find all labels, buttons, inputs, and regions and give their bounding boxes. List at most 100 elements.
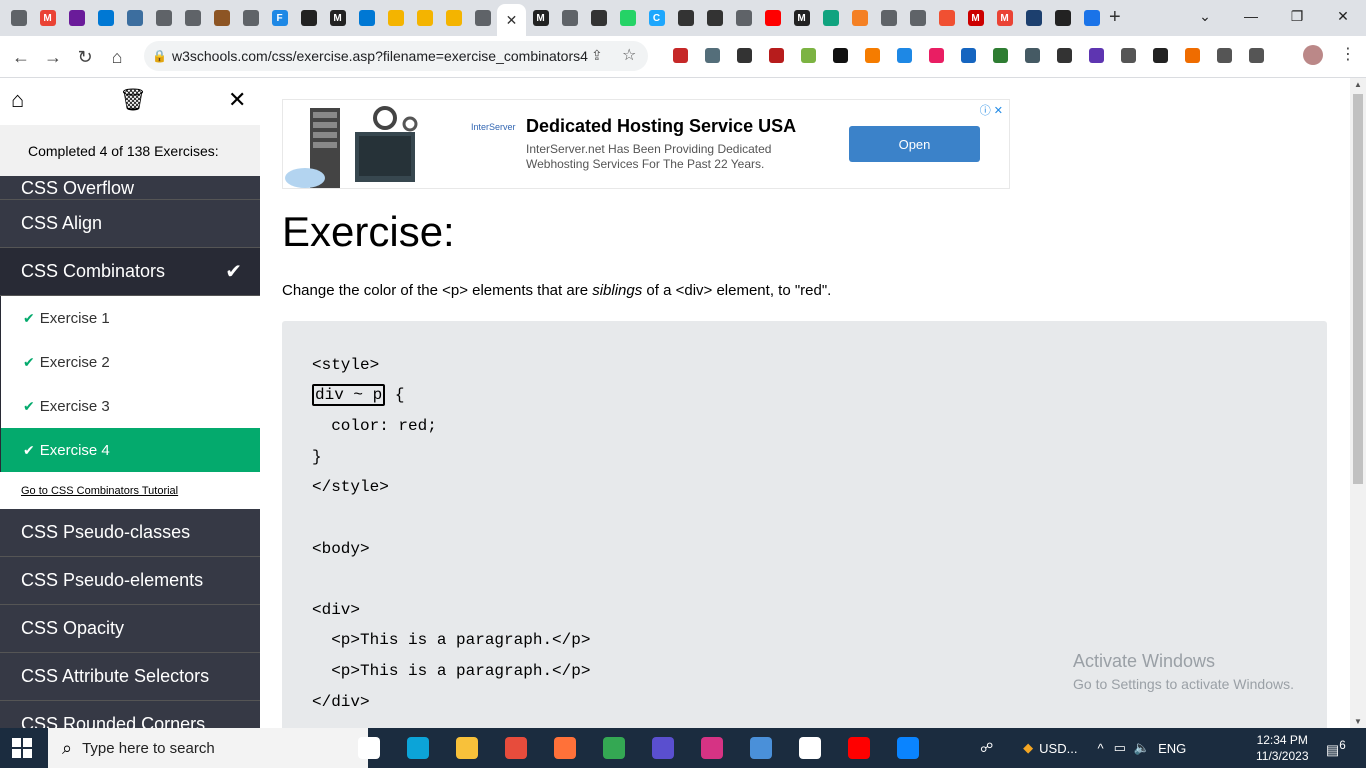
extension-icon[interactable] bbox=[920, 46, 952, 64]
browser-tab[interactable]: C bbox=[642, 4, 671, 32]
browser-tab[interactable] bbox=[62, 4, 91, 32]
browser-tab[interactable] bbox=[845, 4, 874, 32]
sidebar-category-pseudo-elements[interactable]: CSS Pseudo-elements bbox=[0, 557, 260, 605]
ad-open-button[interactable]: Open bbox=[849, 126, 980, 162]
kebab-menu-icon[interactable]: ⋮ bbox=[1340, 44, 1356, 64]
extension-icon[interactable] bbox=[1144, 46, 1176, 64]
page-scrollbar[interactable]: ▲ ▼ bbox=[1350, 78, 1366, 728]
extension-icon[interactable] bbox=[1240, 46, 1272, 64]
file-explorer-icon[interactable] bbox=[442, 734, 491, 762]
ad-title[interactable]: Dedicated Hosting Service USA bbox=[526, 116, 796, 137]
advertisement-banner[interactable]: InterServer Dedicated Hosting Service US… bbox=[282, 99, 1010, 189]
browser-tab[interactable] bbox=[700, 4, 729, 32]
volume-icon[interactable]: 🔈 bbox=[1134, 740, 1150, 756]
vscode-icon[interactable] bbox=[883, 734, 932, 762]
sidebar-category-rounded-corners[interactable]: CSS Rounded Corners bbox=[0, 701, 260, 728]
minimize-button[interactable]: — bbox=[1228, 0, 1274, 32]
browser-tab[interactable] bbox=[584, 4, 613, 32]
scroll-down-arrow-icon[interactable]: ▼ bbox=[1354, 717, 1362, 726]
browser-tab[interactable] bbox=[149, 4, 178, 32]
sidebar-category-combinators[interactable]: CSS Combinators ✔ bbox=[0, 248, 260, 296]
chrome-icon[interactable] bbox=[589, 734, 638, 762]
browser-tab[interactable] bbox=[468, 4, 497, 32]
home-icon[interactable]: ⌂ bbox=[104, 44, 130, 70]
sidebar-category-attribute-selectors[interactable]: CSS Attribute Selectors bbox=[0, 653, 260, 701]
network-icon[interactable]: ▭ bbox=[1114, 740, 1126, 756]
extension-icon[interactable] bbox=[1208, 46, 1240, 64]
extension-icon[interactable] bbox=[952, 46, 984, 64]
browser-tab[interactable] bbox=[671, 4, 700, 32]
reload-icon[interactable]: ↻ bbox=[72, 44, 98, 70]
browser-tab[interactable] bbox=[381, 4, 410, 32]
exercise-item-4[interactable]: ✔ Exercise 4 bbox=[0, 428, 260, 472]
browser-tab[interactable] bbox=[4, 4, 33, 32]
browser-tab[interactable] bbox=[352, 4, 381, 32]
browser-tab[interactable]: M bbox=[33, 4, 62, 32]
edge-icon[interactable] bbox=[393, 734, 442, 762]
browser-tab[interactable] bbox=[816, 4, 845, 32]
currency-icon[interactable]: ◆ bbox=[1023, 740, 1033, 756]
extension-icon[interactable] bbox=[760, 46, 792, 64]
extension-icon[interactable] bbox=[1048, 46, 1080, 64]
browser-tab[interactable] bbox=[120, 4, 149, 32]
sidebar-category-pseudo-classes[interactable]: CSS Pseudo-classes bbox=[0, 509, 260, 557]
browser-tab[interactable] bbox=[1077, 4, 1106, 32]
browser-tab[interactable] bbox=[903, 4, 932, 32]
browser-tab[interactable] bbox=[758, 4, 787, 32]
m-icon[interactable] bbox=[785, 734, 834, 762]
browser-tab[interactable] bbox=[1048, 4, 1077, 32]
browser-tab[interactable] bbox=[236, 4, 265, 32]
close-icon[interactable]: ✕ bbox=[228, 87, 246, 113]
task-view-icon[interactable] bbox=[344, 734, 393, 762]
browser-tab[interactable] bbox=[294, 4, 323, 32]
extension-icon[interactable] bbox=[1112, 46, 1144, 64]
extension-icon[interactable] bbox=[792, 46, 824, 64]
tab-search-chevron-icon[interactable]: ⌄ bbox=[1182, 0, 1228, 32]
profile-avatar[interactable] bbox=[1303, 45, 1323, 65]
tutorial-link[interactable]: Go to CSS Combinators Tutorial bbox=[0, 472, 260, 509]
browser-tab[interactable] bbox=[874, 4, 903, 32]
browser-tab[interactable] bbox=[178, 4, 207, 32]
currency-text[interactable]: USD... bbox=[1039, 741, 1077, 756]
sidebar-category-overflow[interactable]: CSS Overflow bbox=[0, 176, 260, 200]
browser-tab[interactable] bbox=[729, 4, 758, 32]
sidebar-category-opacity[interactable]: CSS Opacity bbox=[0, 605, 260, 653]
taskbar-search[interactable]: ⌕ Type here to search bbox=[48, 728, 368, 768]
start-button[interactable] bbox=[12, 738, 32, 758]
ad-info-close-icon[interactable]: ⓘ ✕ bbox=[980, 102, 1003, 118]
extension-icon[interactable] bbox=[728, 46, 760, 64]
browser-tab[interactable]: M bbox=[990, 4, 1019, 32]
notification-center-icon[interactable]: ▤6 bbox=[1326, 739, 1346, 759]
browser-tab[interactable] bbox=[91, 4, 120, 32]
chevron-up-icon[interactable]: ^ bbox=[1097, 741, 1103, 756]
extension-icon[interactable] bbox=[1016, 46, 1048, 64]
sidebar-category-align[interactable]: CSS Align bbox=[0, 200, 260, 248]
lock-icon[interactable]: 🔒 bbox=[152, 49, 167, 63]
back-arrow-icon[interactable]: ← bbox=[8, 44, 34, 70]
close-window-button[interactable]: ✕ bbox=[1320, 0, 1366, 32]
new-tab-button[interactable]: + bbox=[1109, 6, 1121, 29]
firefox-icon[interactable] bbox=[540, 734, 589, 762]
browser-tab[interactable] bbox=[439, 4, 468, 32]
browser-tab[interactable]: M bbox=[787, 4, 816, 32]
browser-tab[interactable]: M bbox=[526, 4, 555, 32]
restore-button[interactable]: ❐ bbox=[1274, 0, 1320, 32]
language-indicator[interactable]: ENG bbox=[1158, 741, 1186, 756]
browser-tab[interactable]: M bbox=[961, 4, 990, 32]
extension-icon[interactable] bbox=[1176, 46, 1208, 64]
browser-tab-active[interactable]: ✕ bbox=[497, 4, 526, 36]
youtube-icon[interactable] bbox=[834, 734, 883, 762]
scroll-thumb[interactable] bbox=[1353, 94, 1363, 484]
wps-icon[interactable] bbox=[687, 734, 736, 762]
store-icon[interactable] bbox=[491, 734, 540, 762]
browser-tab[interactable] bbox=[1019, 4, 1048, 32]
browser-tab[interactable] bbox=[410, 4, 439, 32]
home-icon[interactable]: ⌂ bbox=[11, 87, 24, 113]
extension-icon[interactable] bbox=[824, 46, 856, 64]
people-icon[interactable]: ☍ bbox=[980, 740, 993, 756]
trash-icon[interactable]: 🗑 bbox=[119, 87, 147, 113]
extension-icon[interactable] bbox=[664, 46, 696, 64]
scroll-up-arrow-icon[interactable]: ▲ bbox=[1354, 80, 1362, 89]
browser-tab[interactable] bbox=[932, 4, 961, 32]
extension-icon[interactable] bbox=[856, 46, 888, 64]
